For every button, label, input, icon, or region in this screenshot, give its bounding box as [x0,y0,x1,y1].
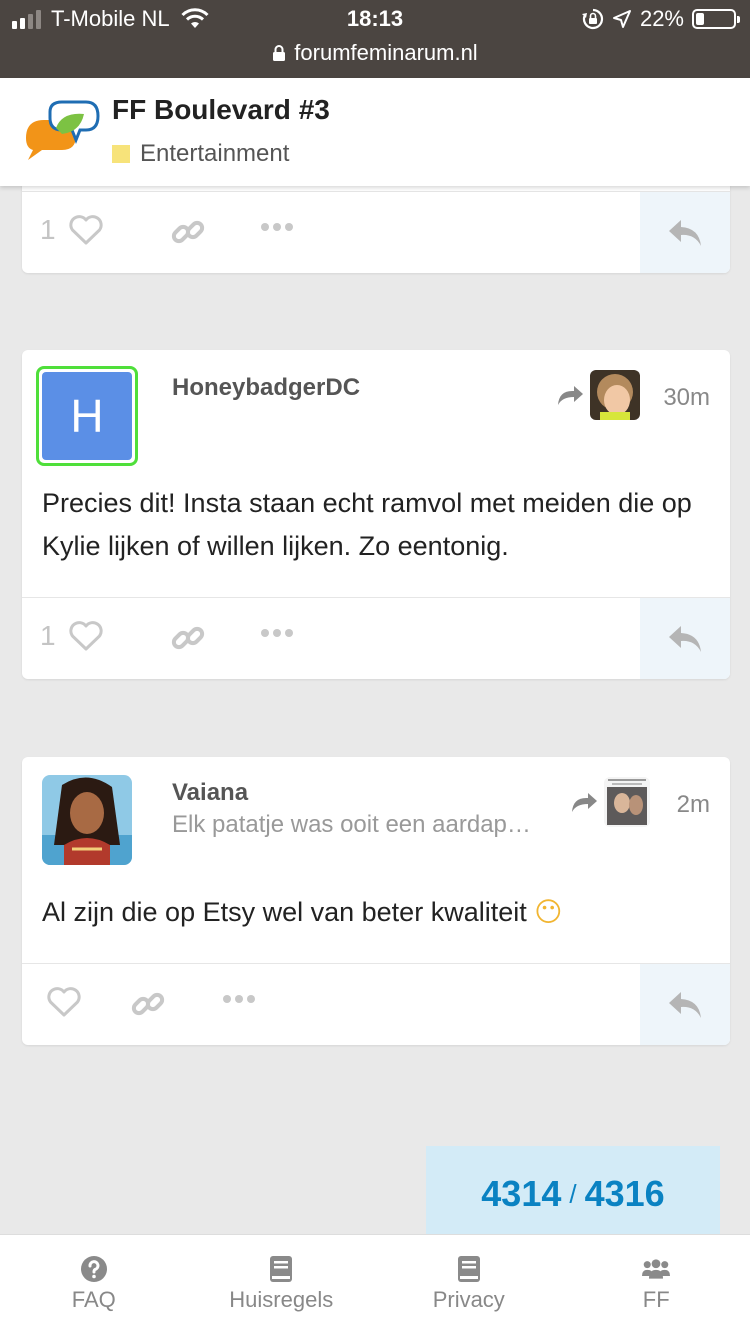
bottom-nav: FAQ Huisregels Privacy FF [0,1234,750,1334]
share-arrow-icon [558,386,583,405]
nav-item-faq[interactable]: FAQ [0,1235,188,1334]
nav-label: Privacy [432,1287,505,1312]
heart-icon [47,987,81,1017]
rotation-lock-icon [581,8,604,30]
question-circle-icon [80,1255,108,1283]
post-time[interactable]: 2m [677,791,710,819]
share-arrow-icon [572,793,597,812]
more-button[interactable] [260,628,294,638]
reply-button[interactable] [640,964,730,1045]
battery-percent: 22% [639,6,684,31]
post-card: H HoneybadgerDC 30m Precies dit! Insta s… [22,350,730,679]
username[interactable]: HoneybadgerDC [172,374,360,402]
post-body: Al zijn die op Etsy wel van beter kwalit… [42,891,700,934]
location-icon [612,10,631,28]
post-card: Vaiana Elk patatje was ooit een aardap… … [22,757,730,1045]
reply-icon [669,992,701,1018]
site-header: FF Boulevard #3 Entertainment [0,78,750,186]
link-icon [171,220,205,244]
like-count: 1 [40,620,56,651]
more-button[interactable] [222,994,256,1004]
site-logo[interactable] [22,98,102,164]
like-button[interactable] [46,986,82,1018]
reply-button[interactable] [640,598,730,679]
post-actions [22,963,730,1045]
post-actions: 1 [22,191,730,273]
more-button[interactable] [260,222,294,232]
nav-item-privacy[interactable]: Privacy [375,1235,563,1334]
post-time[interactable]: 30m [663,384,710,412]
copy-link-button[interactable] [170,620,206,656]
post-actions: 1 [22,597,730,679]
category-color-swatch [112,145,130,163]
copy-link-button[interactable] [170,214,206,250]
topic-title[interactable]: FF Boulevard #3 [112,94,330,126]
reply-icon [669,220,701,246]
avatar-letter: H [42,372,132,460]
lock-icon [273,45,286,61]
nav-item-ff[interactable]: FF [563,1235,750,1334]
ellipsis-icon [223,995,255,1003]
post-body-text: Al zijn die op Etsy wel van beter kwalit… [42,897,527,927]
category-badge[interactable]: Entertainment [112,140,289,168]
nav-item-huisregels[interactable]: Huisregels [188,1235,376,1334]
ellipsis-icon [261,629,293,637]
reply-to-indicator[interactable] [556,370,640,420]
nav-label: FF [642,1287,670,1312]
battery-icon [692,9,740,29]
status-right: 22% [581,6,740,32]
post-body: Precies dit! Insta staan echt ramvol met… [42,488,692,561]
username[interactable]: Vaiana [172,779,248,807]
reply-to-indicator[interactable] [570,777,650,827]
heart-icon [68,621,103,651]
book-icon [267,1255,295,1283]
link-icon [171,626,205,650]
emoji-no-mouth: 😶 [534,897,563,928]
progress-total: 4316 [584,1173,665,1214]
category-label: Entertainment [140,140,290,167]
reply-button[interactable] [640,192,730,273]
user-title: Elk patatje was ooit een aardap… [172,811,531,838]
ellipsis-icon [261,223,293,231]
avatar[interactable] [42,775,132,865]
url-bar[interactable]: forumfeminarum.nl [0,40,750,66]
like-control[interactable]: 1 [40,214,104,246]
book-icon [455,1255,483,1283]
status-bar: T-Mobile NL 18:13 22% forumfeminarum.nl [0,0,750,78]
copy-link-button[interactable] [130,986,166,1022]
nav-label: Huisregels [229,1287,334,1312]
reply-icon [669,626,701,652]
like-control[interactable]: 1 [40,620,104,652]
heart-icon [68,215,103,245]
avatar[interactable]: H [36,366,138,466]
url-text: forumfeminarum.nl [294,40,478,65]
topic-progress[interactable]: 4314 / 4316 [426,1146,720,1242]
reply-to-avatar [590,370,640,420]
users-icon [642,1255,671,1283]
like-count: 1 [40,214,56,245]
progress-current: 4314 [481,1173,562,1214]
nav-label: FAQ [71,1287,116,1312]
link-icon [131,992,165,1016]
reply-to-avatar [604,777,650,827]
progress-separator: / [569,1178,577,1209]
